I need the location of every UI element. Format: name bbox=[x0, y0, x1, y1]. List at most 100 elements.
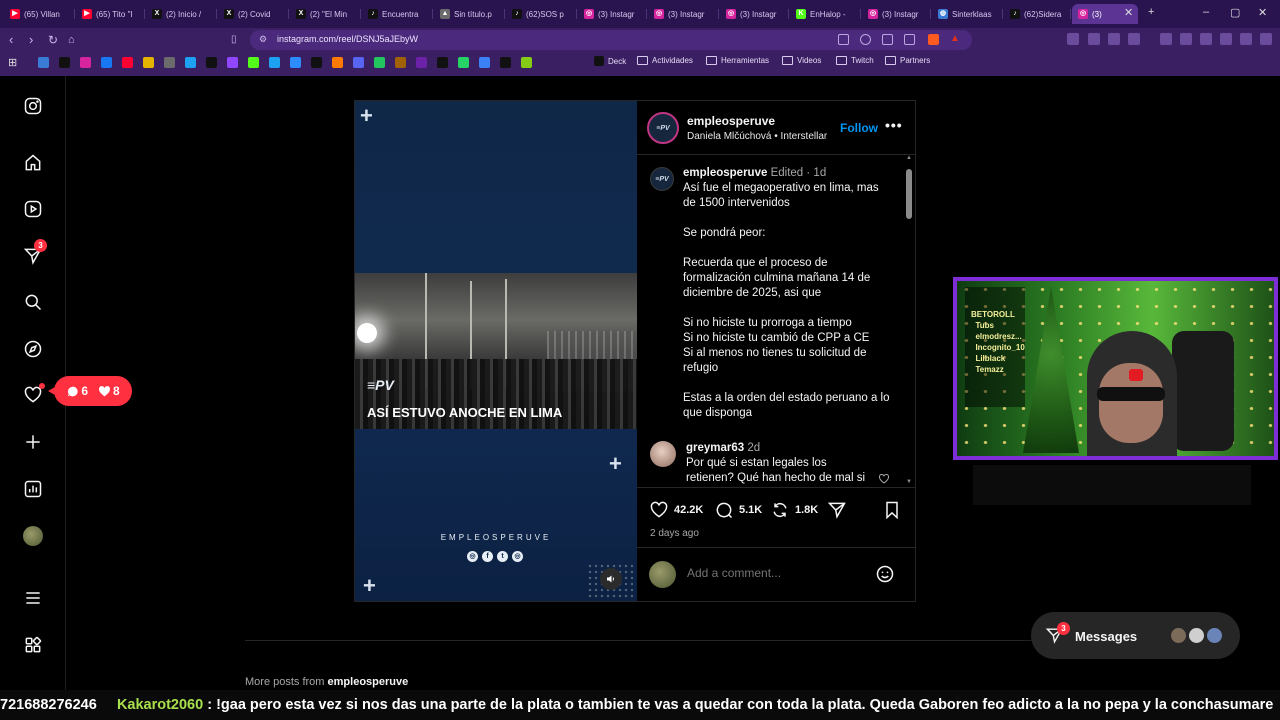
comment-button[interactable]: 5.1K bbox=[714, 500, 762, 520]
translate-icon[interactable] bbox=[860, 34, 871, 45]
bookmark-folder[interactable]: Deck bbox=[594, 56, 626, 66]
bookmark-favicon-icon[interactable] bbox=[521, 57, 532, 68]
bookmark-favicon-icon[interactable] bbox=[437, 57, 448, 68]
author-username[interactable]: empleosperuve bbox=[687, 114, 775, 128]
audio-track[interactable]: Daniela Mlčúchová • Interstellar bbox=[687, 131, 827, 142]
back-icon[interactable]: ‹ bbox=[9, 32, 13, 48]
bookmark-folder[interactable]: Actividades bbox=[637, 56, 693, 65]
extension-icon[interactable] bbox=[1180, 33, 1192, 45]
author-avatar[interactable]: ≡PV bbox=[647, 112, 679, 144]
create-nav-icon[interactable] bbox=[22, 431, 44, 453]
repost-button[interactable]: 1.8K bbox=[770, 500, 818, 520]
bookmark-favicon-icon[interactable] bbox=[38, 57, 49, 68]
extension-icon[interactable] bbox=[1160, 33, 1172, 45]
bookmark-favicon-icon[interactable] bbox=[395, 57, 406, 68]
menu-hamburger-icon[interactable] bbox=[22, 587, 44, 609]
bookmark-favicon-icon[interactable] bbox=[458, 57, 469, 68]
extension-icon[interactable] bbox=[1200, 33, 1212, 45]
save-button[interactable] bbox=[882, 500, 902, 520]
bookmark-folder[interactable]: Herramientas bbox=[706, 56, 769, 65]
also-from-meta-icon[interactable] bbox=[22, 634, 44, 656]
bookmark-favicon-icon[interactable] bbox=[248, 57, 259, 68]
comments-list[interactable]: ≡PV empleosperuve Edited · 1d Así fue el… bbox=[637, 157, 915, 487]
minimize-icon[interactable]: – bbox=[1203, 6, 1209, 18]
browser-tab[interactable]: ♪ (62)Sidera bbox=[1004, 4, 1072, 24]
comment-like-icon[interactable] bbox=[878, 473, 890, 487]
browser-tab[interactable]: X (2) "El Min bbox=[290, 4, 358, 24]
follow-button[interactable]: Follow bbox=[840, 121, 878, 135]
volume-icon[interactable] bbox=[600, 568, 622, 590]
bookmark-favicon-icon[interactable] bbox=[143, 57, 154, 68]
brave-shield-icon[interactable] bbox=[928, 34, 939, 45]
instagram-logo-icon[interactable] bbox=[22, 95, 44, 117]
reels-nav-icon[interactable] bbox=[22, 198, 44, 220]
extension-icon[interactable] bbox=[1260, 33, 1272, 45]
bookmark-favicon-icon[interactable] bbox=[80, 57, 91, 68]
emoji-icon[interactable] bbox=[875, 564, 895, 587]
more-posts-username[interactable]: empleosperuve bbox=[328, 676, 409, 688]
rewards-icon[interactable]: ▲ bbox=[950, 33, 960, 44]
reload-icon[interactable]: ↻ bbox=[48, 32, 58, 48]
bookmark-favicon-icon[interactable] bbox=[290, 57, 301, 68]
extension-icon[interactable] bbox=[1108, 33, 1120, 45]
notifications-heart-icon[interactable] bbox=[22, 383, 45, 406]
bookmark-favicon-icon[interactable] bbox=[374, 57, 385, 68]
reel-video[interactable]: + ≡PV ASÍ ESTUVO ANOCHE EN LIMA + EMPLEO… bbox=[355, 101, 637, 601]
more-options-icon[interactable]: ••• bbox=[885, 117, 903, 133]
browser-tab[interactable]: ◎ (3) Instagr bbox=[720, 4, 788, 24]
search-nav-icon[interactable] bbox=[22, 291, 44, 313]
browser-tab[interactable]: ▶ (65) Villan bbox=[4, 4, 72, 24]
apps-grid-icon[interactable]: ⊞ bbox=[8, 56, 17, 69]
comments-scrollbar[interactable]: ▲ ▼ bbox=[905, 155, 913, 487]
browser-tab[interactable]: K EnHalop - bbox=[790, 4, 858, 24]
bookmark-favicon-icon[interactable] bbox=[206, 57, 217, 68]
bookmark-folder[interactable]: Videos bbox=[782, 56, 821, 65]
forward-icon[interactable]: › bbox=[29, 32, 33, 48]
bookmark-favicon-icon[interactable] bbox=[311, 57, 322, 68]
browser-tab[interactable]: X (2) Inicio / bbox=[146, 4, 214, 24]
share-button[interactable] bbox=[827, 500, 847, 520]
profile-avatar[interactable] bbox=[22, 525, 44, 547]
close-tab-icon[interactable]: ✕ bbox=[1124, 6, 1133, 19]
bookmark-favicon-icon[interactable] bbox=[416, 57, 427, 68]
bookmark-folder[interactable]: Twitch bbox=[836, 56, 874, 65]
share-icon[interactable] bbox=[904, 34, 915, 45]
commenter-username[interactable]: greymar63 bbox=[686, 442, 744, 454]
like-button[interactable]: 42.2K bbox=[649, 500, 703, 520]
browser-tab[interactable]: ◎ (3) Instagr bbox=[578, 4, 646, 24]
bookmark-favicon-icon[interactable] bbox=[227, 57, 238, 68]
comment-input[interactable] bbox=[687, 566, 867, 580]
browser-tab[interactable]: ♪ (62)SOS p bbox=[506, 4, 574, 24]
commenter-avatar[interactable] bbox=[650, 441, 676, 467]
bookmark-favicon-icon[interactable] bbox=[164, 57, 175, 68]
close-window-icon[interactable]: ✕ bbox=[1258, 6, 1267, 19]
caption-username[interactable]: empleosperuve bbox=[683, 167, 767, 179]
browser-tab[interactable]: X (2) Covid bbox=[218, 4, 286, 24]
bookmark-favicon-icon[interactable] bbox=[59, 57, 70, 68]
maximize-icon[interactable]: ▢ bbox=[1230, 6, 1240, 19]
bookmark-favicon-icon[interactable] bbox=[269, 57, 280, 68]
bookmark-folder[interactable]: Partners bbox=[885, 56, 930, 65]
home-nav-icon[interactable] bbox=[22, 152, 44, 174]
bookmark-favicon-icon[interactable] bbox=[500, 57, 511, 68]
bookmark-favicon-icon[interactable] bbox=[101, 57, 112, 68]
browser-tab[interactable]: ▲ Sin título.p bbox=[434, 4, 502, 24]
cast-icon[interactable] bbox=[838, 34, 849, 45]
home-icon[interactable]: ⌂ bbox=[68, 32, 75, 48]
scroll-up-icon[interactable]: ▲ bbox=[906, 155, 912, 161]
bookmark-favicon-icon[interactable] bbox=[353, 57, 364, 68]
browser-tab[interactable]: ▶ (65) Tito "I bbox=[76, 4, 144, 24]
new-tab-icon[interactable]: + bbox=[1148, 6, 1154, 18]
address-bar[interactable]: ⚙ instagram.com/reel/DSNJ5aJEbyW ▲ bbox=[250, 30, 972, 50]
zoom-icon[interactable] bbox=[882, 34, 893, 45]
explore-nav-icon[interactable] bbox=[22, 338, 44, 360]
extension-icon[interactable] bbox=[1128, 33, 1140, 45]
messages-button[interactable]: 3 Messages bbox=[1031, 612, 1240, 659]
browser-tab[interactable]: ◎ (3) Instagr bbox=[648, 4, 716, 24]
extension-icon[interactable] bbox=[1240, 33, 1252, 45]
my-avatar[interactable] bbox=[649, 561, 676, 588]
bookmark-favicon-icon[interactable] bbox=[479, 57, 490, 68]
bookmark-favicon-icon[interactable] bbox=[122, 57, 133, 68]
extension-icon[interactable] bbox=[1088, 33, 1100, 45]
browser-tab[interactable]: ◍ Sinterklaas bbox=[932, 4, 1000, 24]
